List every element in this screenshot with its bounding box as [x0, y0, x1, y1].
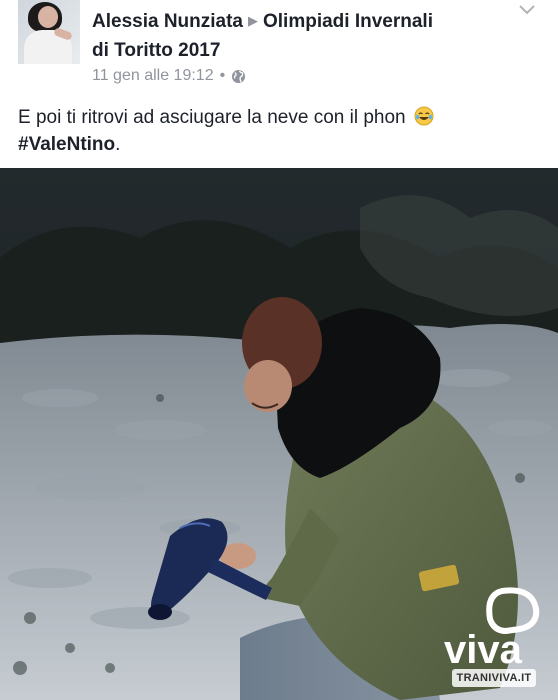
group-name-line1: Olimpiadi Invernali	[263, 11, 433, 32]
post-timestamp[interactable]: 11 gen alle 19:12	[92, 66, 214, 86]
chevron-down-icon[interactable]	[518, 4, 536, 16]
post-message: E poi ti ritrovi ad asciugare la neve co…	[18, 104, 548, 158]
laughing-tears-emoji	[414, 106, 434, 126]
viva-logo-text: viva	[444, 628, 523, 672]
post-header: Alessia Nunziata ▶ Olimpiadi Invernali di T…	[0, 0, 558, 168]
hashtag-link[interactable]: #ValeNtino	[18, 134, 115, 155]
arrow-right-icon: ▶	[248, 13, 258, 28]
hashtag-suffix: .	[115, 134, 121, 155]
globe-icon[interactable]	[231, 69, 246, 84]
watermark-site: TRANIVIVA.IT	[452, 669, 536, 687]
post-title: Alessia Nunziata ▶ Olimpiadi Invernali di T…	[92, 8, 512, 65]
post-meta: 11 gen alle 19:12 •	[92, 66, 246, 86]
author-name[interactable]: Alessia Nunziata	[92, 11, 243, 32]
group-name-line2: di Toritto 2017	[92, 40, 221, 61]
avatar[interactable]	[18, 0, 80, 64]
meta-separator: •	[219, 67, 226, 84]
avatar-face	[38, 6, 58, 28]
post-message-text: E poi ti ritrovi ad asciugare la neve co…	[18, 107, 406, 128]
